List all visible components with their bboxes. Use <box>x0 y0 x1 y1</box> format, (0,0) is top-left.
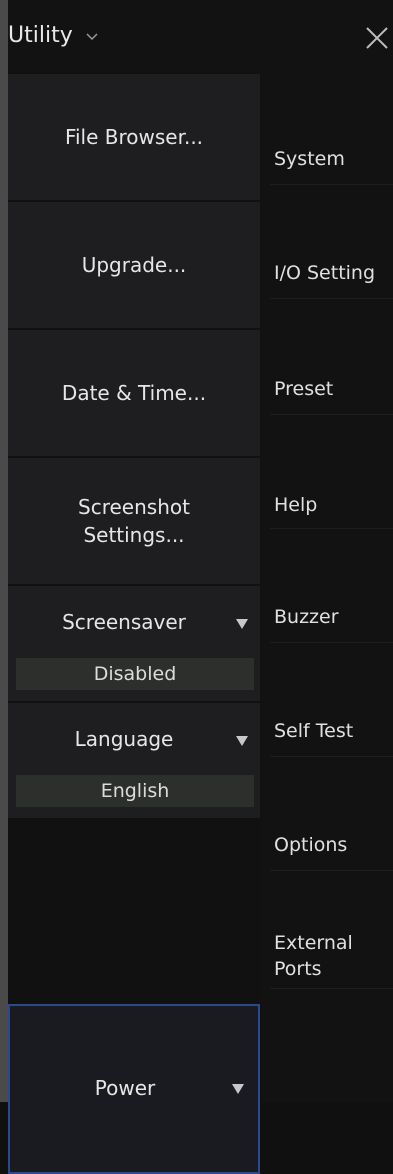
menu-item-options[interactable]: Options <box>262 806 393 858</box>
menu-item-label: External Ports <box>274 932 353 980</box>
triangle-down-icon <box>236 619 248 629</box>
language-selector[interactable]: Language <box>8 703 260 775</box>
utility-title-dropdown[interactable]: Utility <box>8 22 99 50</box>
divider <box>270 870 393 871</box>
triangle-down-icon <box>236 736 248 746</box>
menu-item-io-setting[interactable]: I/O Setting <box>262 234 393 286</box>
date-time-button[interactable]: Date & Time... <box>8 330 260 456</box>
window-edge <box>0 0 8 1102</box>
upgrade-label: Upgrade... <box>81 253 187 277</box>
screensaver-label: Screensaver <box>62 610 186 634</box>
right-menu: System I/O Setting Preset Help Buzzer Se… <box>262 72 393 1102</box>
language-label: Language <box>74 727 174 751</box>
upgrade-button[interactable]: Upgrade... <box>8 202 260 328</box>
menu-item-help[interactable]: Help <box>262 466 393 518</box>
screensaver-value: Disabled <box>16 658 254 690</box>
divider <box>270 988 393 989</box>
page-title: Utility <box>8 23 73 48</box>
divider <box>270 414 393 415</box>
file-browser-label: File Browser... <box>64 125 204 149</box>
divider <box>270 528 393 529</box>
utility-window: Utility File Browser... Upgrade... Date … <box>0 0 393 1174</box>
menu-item-label: Buzzer <box>274 606 339 628</box>
power-button[interactable]: Power <box>8 1004 260 1174</box>
menu-item-label: Options <box>274 834 348 856</box>
menu-item-self-test[interactable]: Self Test <box>262 692 393 744</box>
menu-item-label: Self Test <box>274 720 354 742</box>
menu-item-external-ports[interactable]: External Ports <box>262 904 393 982</box>
header-bar: Utility <box>8 0 393 72</box>
divider <box>270 298 393 299</box>
screenshot-settings-label: Screenshot Settings... <box>78 495 190 547</box>
file-browser-button[interactable]: File Browser... <box>8 74 260 200</box>
divider <box>270 756 393 757</box>
date-time-label: Date & Time... <box>61 381 207 405</box>
screenshot-settings-button[interactable]: Screenshot Settings... <box>8 458 260 584</box>
chevron-down-icon <box>86 33 98 41</box>
menu-item-system[interactable]: System <box>262 120 393 172</box>
menu-item-label: I/O Setting <box>274 262 376 284</box>
menu-item-preset[interactable]: Preset <box>262 350 393 402</box>
menu-item-buzzer[interactable]: Buzzer <box>262 578 393 630</box>
power-label: Power <box>94 1076 156 1100</box>
menu-item-label: Preset <box>274 378 334 400</box>
left-menu: File Browser... Upgrade... Date & Time..… <box>8 72 260 1174</box>
menu-item-label: System <box>274 148 345 170</box>
language-dropdown: Language English <box>8 703 260 818</box>
triangle-down-icon <box>232 1084 244 1094</box>
language-value: English <box>16 775 254 807</box>
divider <box>270 642 393 643</box>
divider <box>270 184 393 185</box>
close-icon[interactable] <box>361 22 393 54</box>
screensaver-selector[interactable]: Screensaver <box>8 586 260 658</box>
menu-item-label: Help <box>274 494 318 516</box>
screensaver-dropdown: Screensaver Disabled <box>8 586 260 701</box>
